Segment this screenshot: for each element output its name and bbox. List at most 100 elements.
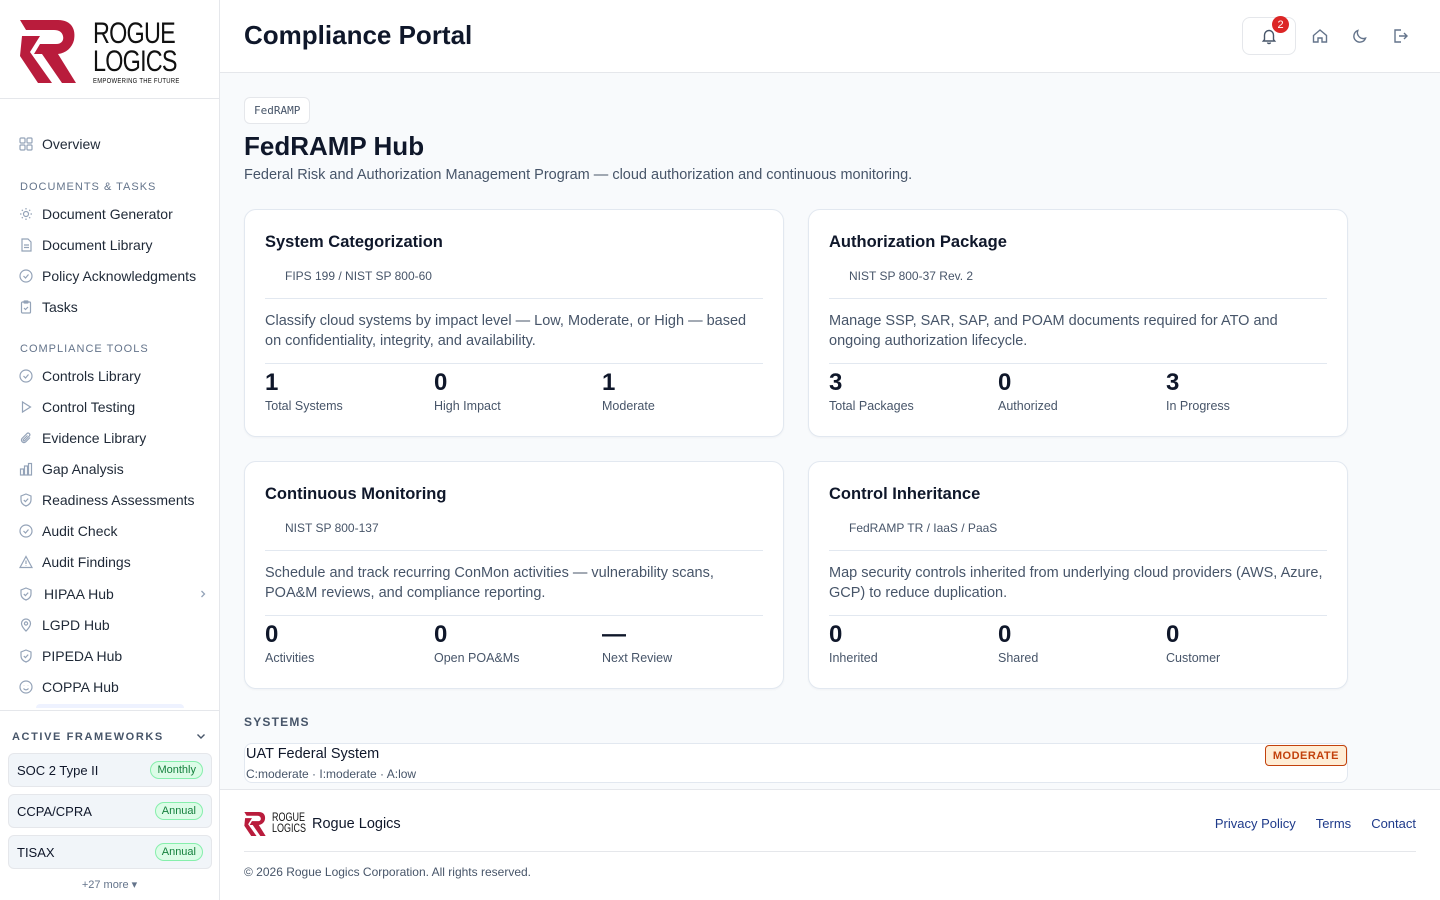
breadcrumb[interactable]: FedRAMP [244, 97, 311, 124]
location-pin-icon [18, 617, 34, 633]
card-reference: FIPS 199 / NIST SP 800-60 [285, 269, 432, 283]
stat-label: In Progress [1166, 399, 1230, 413]
stat-label: Total Packages [829, 399, 914, 413]
clipboard-icon [18, 299, 34, 315]
stat-label: Authorized [998, 399, 1058, 413]
notifications-button[interactable]: 2 [1242, 16, 1296, 55]
system-row[interactable]: UAT Federal System C:moderate · I:modera… [244, 743, 1348, 783]
paperclip-icon [18, 430, 34, 446]
terms-link[interactable]: Terms [1316, 816, 1351, 831]
sidebar-item-label: LGPD Hub [42, 617, 110, 633]
sidebar-item-hipaa-hub[interactable]: HIPAA Hub [18, 583, 208, 605]
stat-in-progress: 3 In Progress [1166, 369, 1230, 413]
card-continuous-monitoring[interactable]: Continuous Monitoring NIST SP 800-137 Sc… [244, 461, 784, 689]
sidebar-item-pipeda-hub[interactable]: PIPEDA Hub [18, 645, 122, 667]
home-icon[interactable] [1310, 26, 1330, 46]
divider [265, 550, 763, 551]
sidebar-item-evidence-library[interactable]: Evidence Library [18, 427, 146, 449]
divider [829, 363, 1327, 364]
sidebar-item-label: COPPA Hub [42, 679, 119, 695]
divider [829, 550, 1327, 551]
framework-item[interactable]: SOC 2 Type II Monthly [8, 753, 212, 787]
logo[interactable]: ROGUE LOGICS EMPOWERING THE FUTURE [0, 0, 219, 99]
stat-inherited: 0 Inherited [829, 621, 878, 665]
stat-value: 1 [265, 369, 279, 396]
framework-item[interactable]: TISAX Annual [8, 835, 212, 869]
sidebar-item-controls-library[interactable]: Controls Library [18, 365, 141, 387]
chevron-down-icon[interactable] [195, 729, 207, 747]
divider [829, 298, 1327, 299]
stat-activities: 0 Activities [265, 621, 314, 665]
stat-value: — [602, 621, 626, 648]
sidebar-item-document-generator[interactable]: Document Generator [18, 203, 173, 225]
sidebar-item-active-peek[interactable] [36, 704, 184, 708]
divider [829, 615, 1327, 616]
stat-value: 1 [602, 369, 616, 396]
sidebar-nav: Overview DOCUMENTS & TASKS Document Gene… [0, 128, 219, 708]
logout-icon[interactable] [1390, 26, 1410, 46]
smiley-icon [18, 679, 34, 695]
moon-icon[interactable] [1350, 26, 1370, 46]
copyright: © 2026 Rogue Logics Corporation. All rig… [244, 865, 531, 879]
stat-customer: 0 Customer [1166, 621, 1220, 665]
shield-check-icon [18, 492, 34, 508]
rogue-logics-logo-icon [20, 20, 76, 83]
card-authorization-package[interactable]: Authorization Package NIST SP 800-37 Rev… [808, 209, 1348, 437]
sidebar-item-document-library[interactable]: Document Library [18, 234, 153, 256]
sidebar-item-label: Audit Check [42, 523, 118, 539]
sidebar-item-label: Evidence Library [42, 430, 147, 446]
stat-value: 3 [829, 369, 843, 396]
sidebar-item-coppa-hub[interactable]: COPPA Hub [18, 676, 119, 698]
stat-label: Inherited [829, 651, 878, 665]
sidebar-item-label: Audit Findings [42, 554, 131, 570]
impact-level-badge: MODERATE [1264, 745, 1347, 766]
section-documents-tasks: DOCUMENTS & TASKS [20, 181, 157, 193]
sidebar-item-control-testing[interactable]: Control Testing [18, 396, 135, 418]
chevron-right-icon[interactable] [198, 586, 208, 602]
stat-value: 0 [265, 621, 279, 648]
card-system-categorization[interactable]: System Categorization FIPS 199 / NIST SP… [244, 209, 784, 437]
divider [265, 298, 763, 299]
framework-name: CCPA/CPRA [17, 803, 92, 819]
stat-open-poams: 0 Open POA&Ms [434, 621, 519, 665]
sidebar-item-label: HIPAA Hub [44, 586, 114, 602]
sidebar-item-tasks[interactable]: Tasks [18, 296, 78, 318]
logo-wordmark: ROGUE LOGICS EMPOWERING THE FUTURE [93, 17, 180, 86]
framework-name: TISAX [17, 844, 55, 860]
framework-item[interactable]: CCPA/CPRA Annual [8, 794, 212, 828]
contact-link[interactable]: Contact [1371, 816, 1416, 831]
shield-check-icon [18, 648, 34, 664]
sidebar-item-label: Tasks [42, 299, 78, 315]
card-reference: NIST SP 800-37 Rev. 2 [849, 269, 974, 283]
sidebar-item-label: Policy Acknowledgments [42, 268, 197, 284]
privacy-policy-link[interactable]: Privacy Policy [1215, 816, 1296, 831]
section-compliance-tools: COMPLIANCE TOOLS [20, 343, 149, 355]
active-frameworks-heading: ACTIVE FRAMEWORKS [12, 731, 164, 743]
stat-value: 0 [434, 369, 448, 396]
system-cia-levels: C:moderate · I:moderate · A:low [246, 767, 417, 781]
sidebar-item-audit-findings[interactable]: Audit Findings [18, 551, 131, 573]
card-reference: FedRAMP TR / IaaS / PaaS [849, 521, 998, 535]
sidebar-item-gap-analysis[interactable]: Gap Analysis [18, 458, 124, 480]
sidebar-item-readiness-assessments[interactable]: Readiness Assessments [18, 489, 195, 511]
sidebar-item-label: PIPEDA Hub [42, 648, 123, 664]
card-description: Classify cloud systems by impact level —… [265, 313, 747, 349]
sidebar-item-lgpd-hub[interactable]: LGPD Hub [18, 614, 110, 636]
divider [265, 363, 763, 364]
stat-label: Total Systems [265, 399, 343, 413]
sidebar-item-audit-check[interactable]: Audit Check [18, 520, 117, 542]
play-icon [18, 399, 34, 415]
grid-icon [18, 136, 34, 152]
stat-label: Shared [998, 651, 1039, 665]
sidebar-item-label: Overview [42, 136, 101, 152]
app-title: Compliance Portal [244, 20, 473, 50]
stat-value: 0 [1166, 621, 1180, 648]
top-bar: Compliance Portal 2 [220, 0, 1440, 73]
sidebar-item-policy-acknowledgments[interactable]: Policy Acknowledgments [18, 265, 196, 287]
show-more-frameworks-link[interactable]: +27 more ▾ [0, 878, 219, 891]
framework-name: SOC 2 Type II [17, 762, 99, 778]
card-control-inheritance[interactable]: Control Inheritance FedRAMP TR / IaaS / … [808, 461, 1348, 689]
sidebar-item-overview[interactable]: Overview [18, 133, 100, 155]
rogue-logics-logo-icon[interactable] [244, 812, 266, 836]
stat-value: 0 [434, 621, 448, 648]
